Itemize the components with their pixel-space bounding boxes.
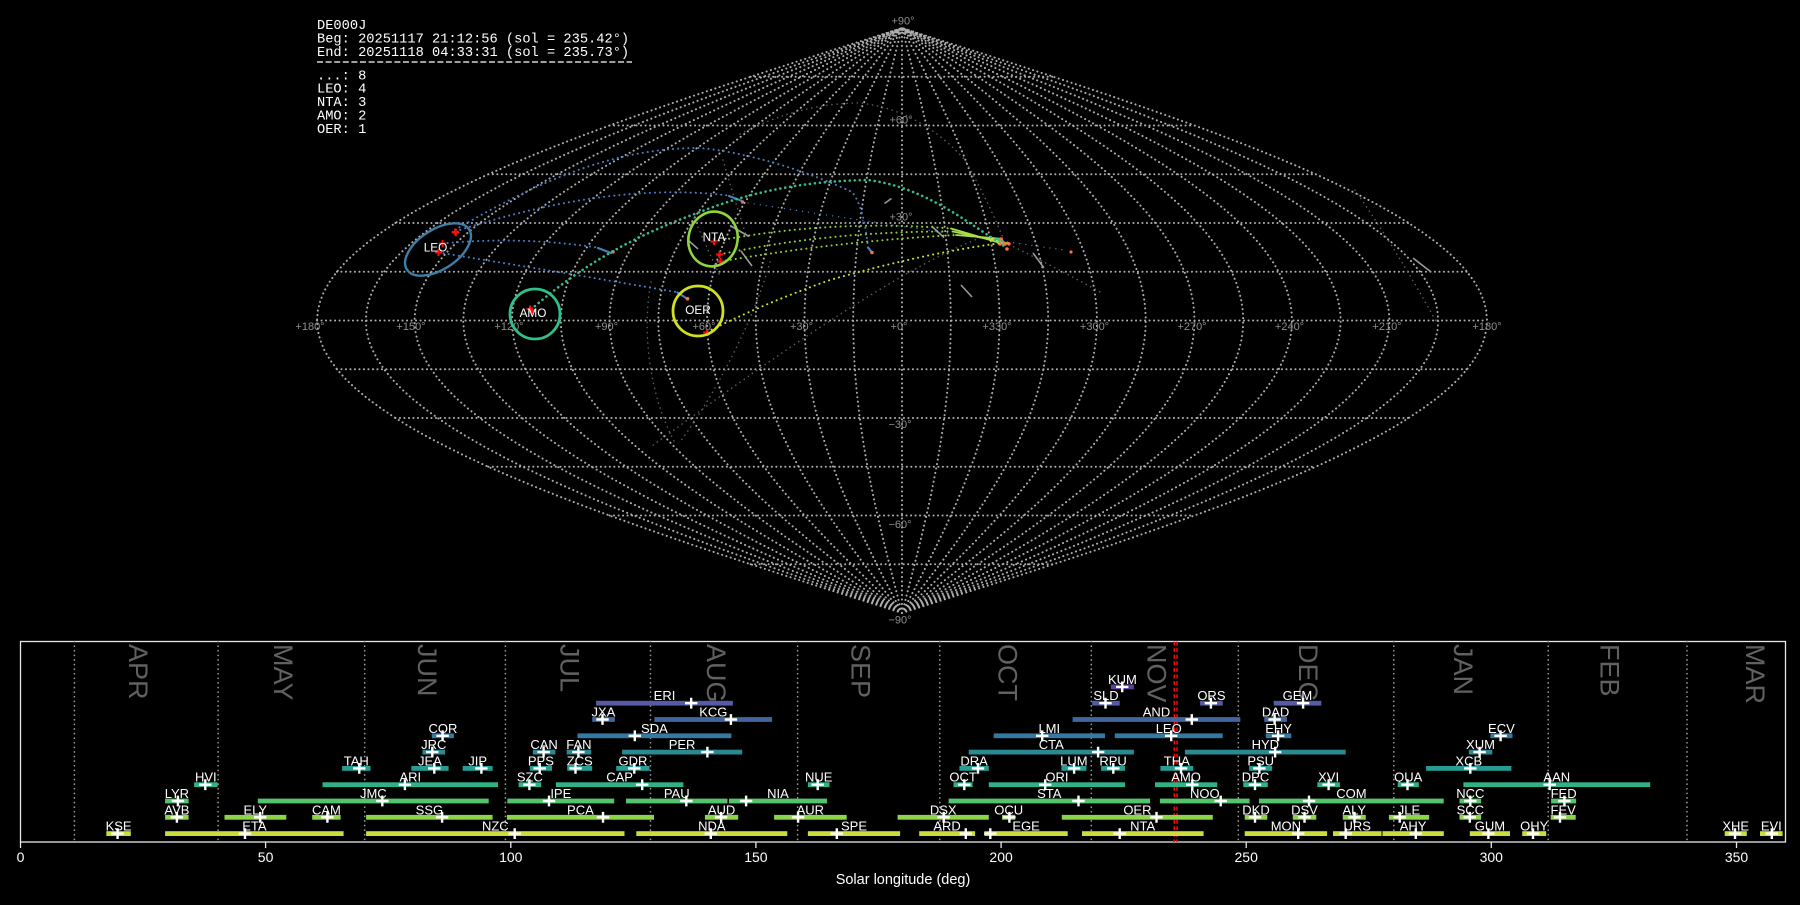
svg-text:OER: 1: OER: 1 <box>317 123 366 138</box>
svg-text:300: 300 <box>1480 849 1504 865</box>
svg-text:+270°: +270° <box>1177 321 1206 333</box>
svg-text:APR: APR <box>123 644 153 700</box>
svg-text:SEP: SEP <box>846 644 876 698</box>
svg-text:JUL: JUL <box>555 644 585 692</box>
svg-text:OCT: OCT <box>992 644 1022 701</box>
svg-text:200: 200 <box>989 849 1013 865</box>
svg-text:+30°: +30° <box>889 212 912 224</box>
svg-text:+0°: +0° <box>891 321 908 333</box>
svg-text:+150°: +150° <box>396 321 425 333</box>
svg-text:End: 20251118 04:33:31 (sol =: End: 20251118 04:33:31 (sol = 235.73°) <box>317 46 629 61</box>
svg-text:100: 100 <box>499 849 523 865</box>
svg-text:+180°: +180° <box>295 321 324 333</box>
svg-text:+90°: +90° <box>891 16 914 28</box>
svg-text:250: 250 <box>1235 849 1259 865</box>
svg-text:+210°: +210° <box>1372 321 1401 333</box>
svg-text:FEB: FEB <box>1594 644 1624 697</box>
svg-text:−60°: −60° <box>888 519 911 531</box>
svg-text:NOV: NOV <box>1142 644 1172 703</box>
svg-text:+240°: +240° <box>1275 321 1304 333</box>
svg-text:AUG: AUG <box>701 644 731 703</box>
svg-text:NTA: NTA <box>703 230 726 244</box>
svg-text:+60°: +60° <box>889 114 912 126</box>
svg-text:LEO: LEO <box>424 241 448 255</box>
svg-text:JUN: JUN <box>412 644 442 697</box>
svg-text:−90°: −90° <box>888 615 911 627</box>
svg-text:−30°: −30° <box>888 419 911 431</box>
svg-text:AMO: AMO <box>520 306 547 320</box>
svg-text:+90°: +90° <box>595 321 618 333</box>
svg-text:50: 50 <box>258 849 274 865</box>
svg-text:MAY: MAY <box>268 644 298 701</box>
svg-text:+120°: +120° <box>494 321 523 333</box>
svg-text:MAR: MAR <box>1740 644 1770 704</box>
svg-text:+330°: +330° <box>982 321 1011 333</box>
svg-text:+30°: +30° <box>790 321 813 333</box>
svg-text:+180°: +180° <box>1472 321 1501 333</box>
svg-text:0: 0 <box>17 849 25 865</box>
svg-text:+300°: +300° <box>1080 321 1109 333</box>
svg-text:150: 150 <box>744 849 768 865</box>
svg-text:OER: OER <box>685 303 711 317</box>
svg-text:350: 350 <box>1725 849 1749 865</box>
svg-text:Solar longitude (deg): Solar longitude (deg) <box>836 872 971 888</box>
svg-text:JAN: JAN <box>1448 644 1478 695</box>
